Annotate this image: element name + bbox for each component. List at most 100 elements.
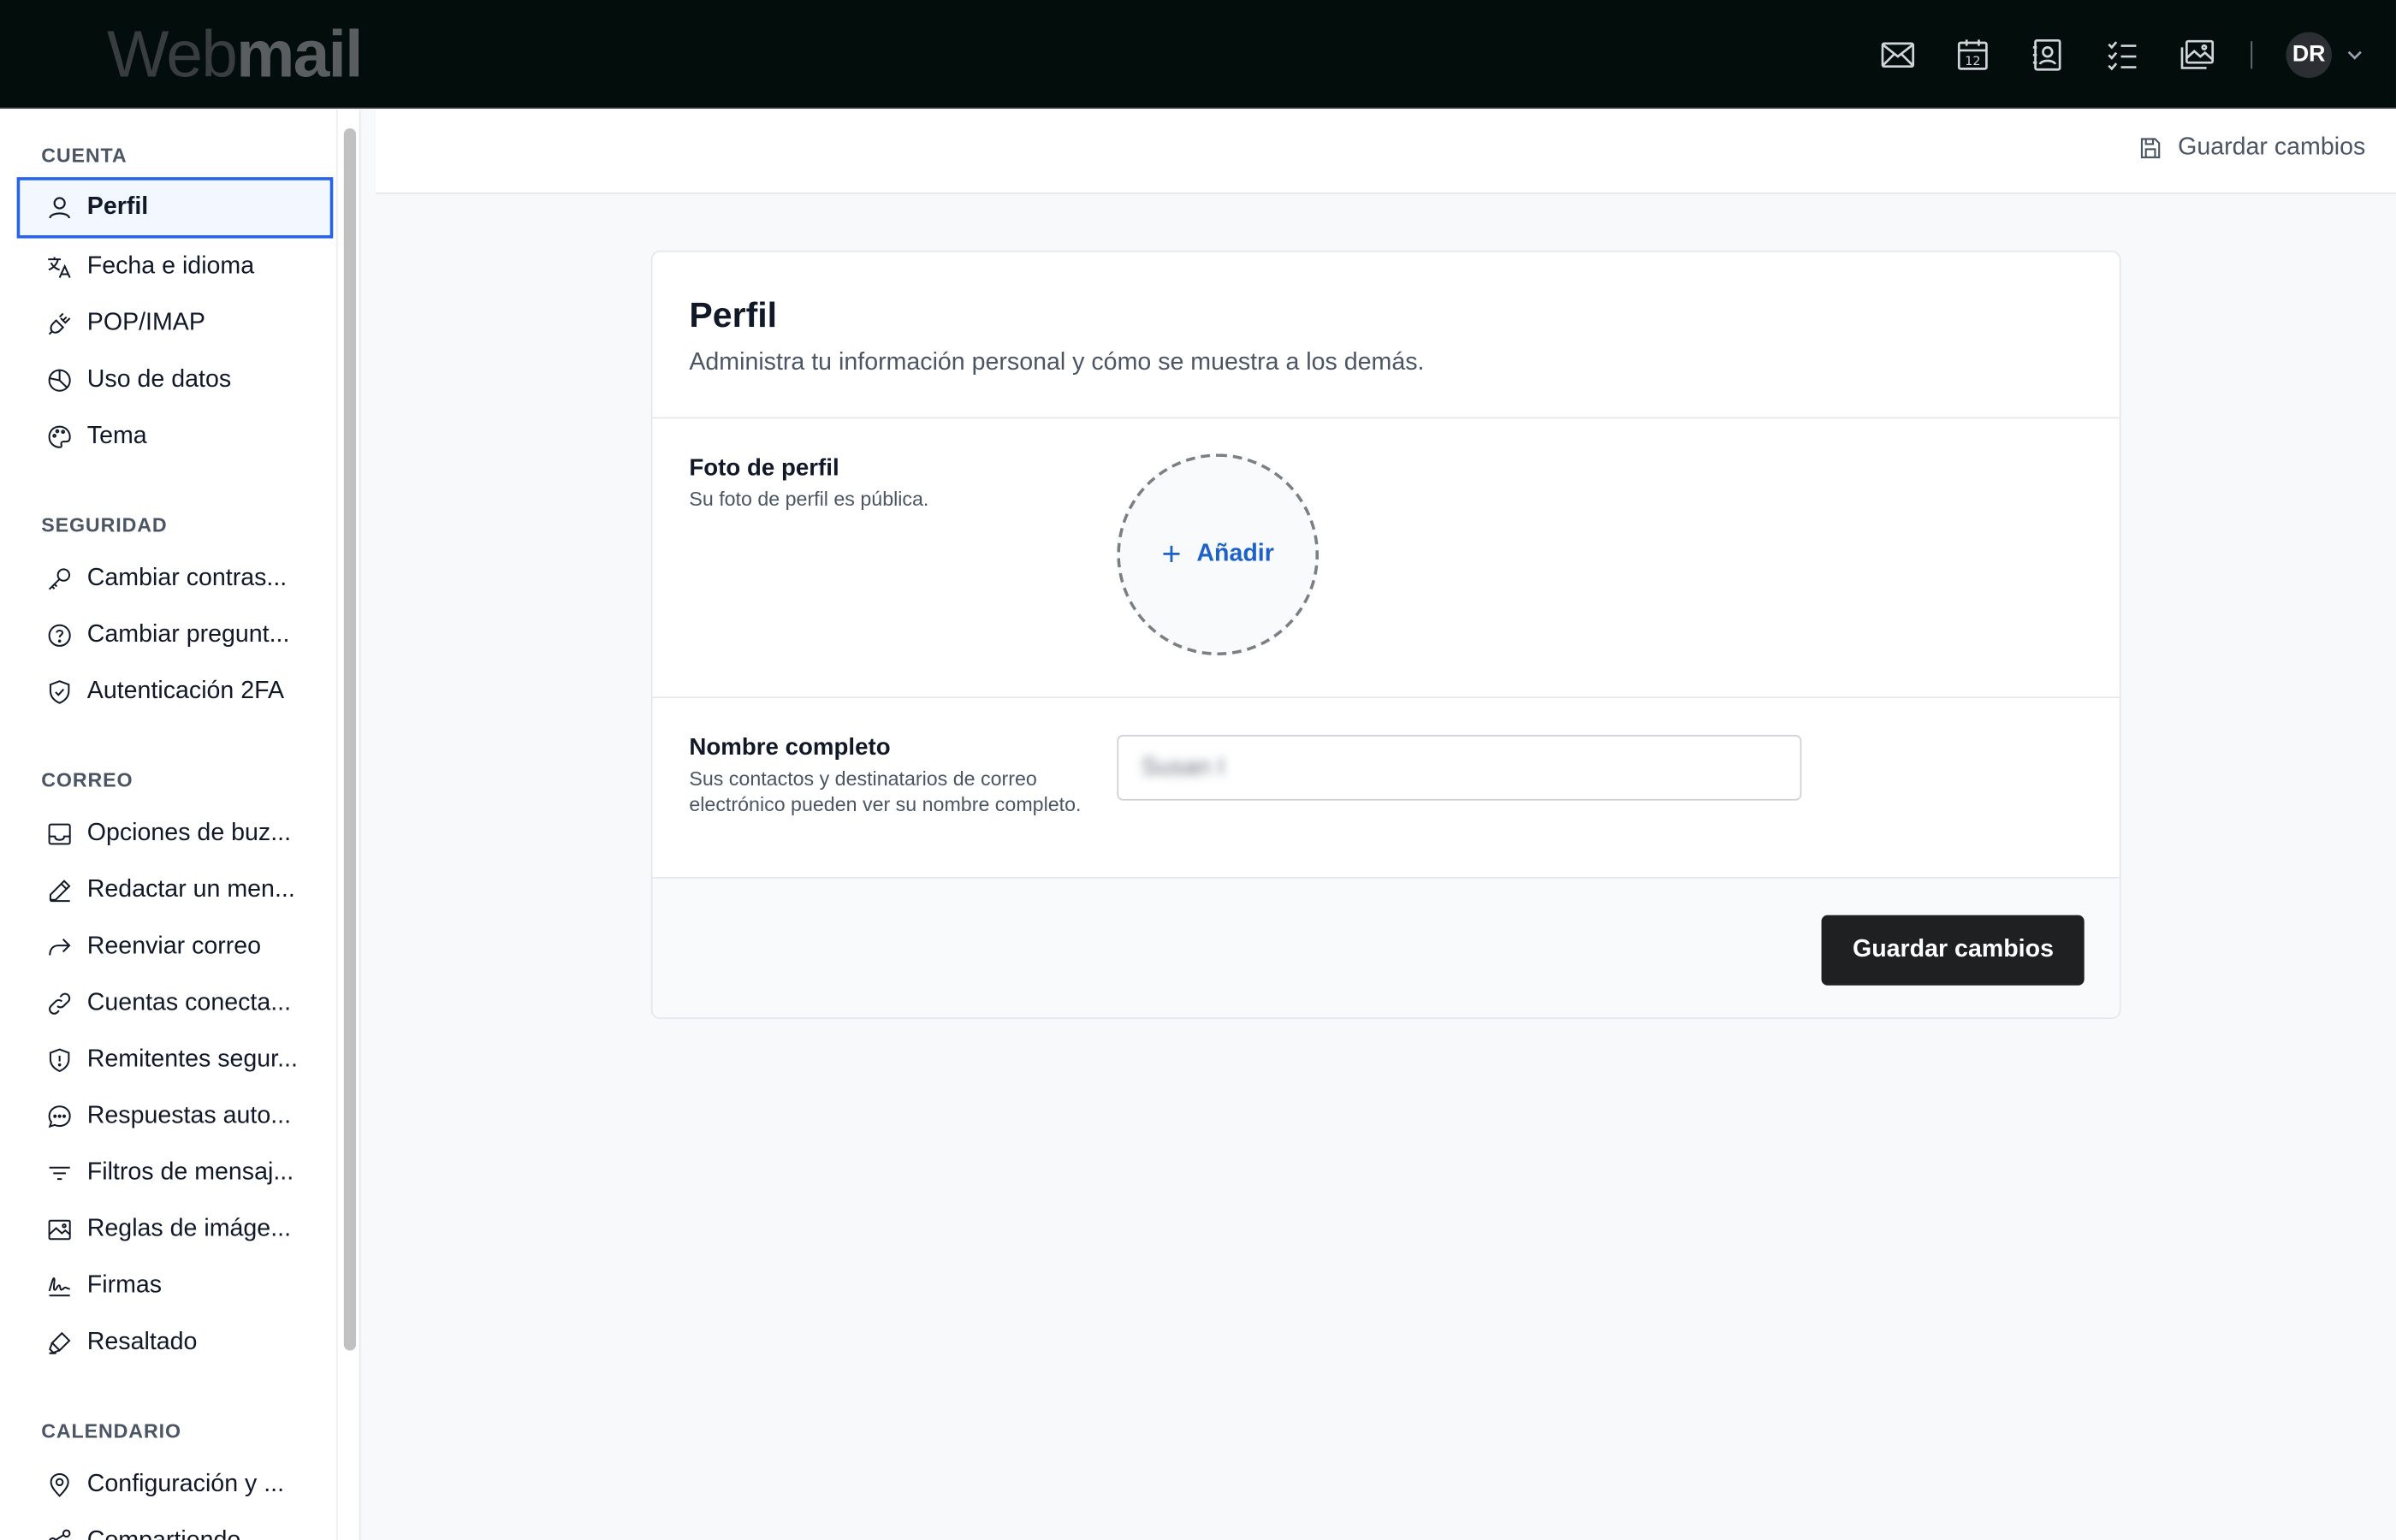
- add-photo-label: Añadir: [1196, 541, 1274, 567]
- chat-icon: [46, 1102, 74, 1129]
- sidebar-item-perfil[interactable]: Perfil: [16, 177, 334, 239]
- sidebar-item-label: Reenviar correo: [86, 933, 262, 959]
- sidebar-item-label: Firmas: [86, 1271, 163, 1298]
- sidebar-item-configuracion[interactable]: Configuración y ...: [0, 1456, 336, 1513]
- contacts-icon[interactable]: [2028, 34, 2067, 74]
- full-name-input[interactable]: Susan I: [1117, 734, 1802, 801]
- signature-icon: [46, 1272, 74, 1300]
- top-bar: Webmail 12 DR: [0, 0, 2396, 109]
- sidebar-item-label: Uso de datos: [86, 365, 232, 393]
- sidebar-item-redactar-mensaje[interactable]: Redactar un men...: [0, 862, 336, 918]
- sidebar-item-autenticacion-2fa[interactable]: Autenticación 2FA: [0, 663, 336, 720]
- translate-icon: [46, 253, 74, 281]
- shield-check-icon: [46, 678, 74, 705]
- full-name-label-group: Nombre completo Sus contactos y destinat…: [689, 735, 1086, 817]
- sidebar-item-label: Perfil: [86, 193, 149, 221]
- sidebar-item-compartiendo[interactable]: Compartiendo: [0, 1513, 336, 1540]
- mail-icon[interactable]: [1878, 34, 1918, 74]
- calendar-day-text: 12: [1965, 54, 1980, 68]
- page-description: Administra tu información personal y cóm…: [689, 349, 1425, 376]
- plus-icon: +: [1161, 534, 1182, 573]
- app-logo[interactable]: Webmail: [106, 18, 363, 92]
- sidebar-item-opciones-buzon[interactable]: Opciones de buz...: [0, 805, 336, 862]
- full-name-label: Nombre completo: [689, 734, 891, 761]
- top-divider: [2251, 40, 2253, 68]
- sidebar-item-reenviar-correo[interactable]: Reenviar correo: [0, 918, 336, 974]
- sidebar-item-label: Cambiar pregunt...: [86, 620, 290, 648]
- section-title-seguridad: SEGURIDAD: [41, 512, 168, 536]
- tasks-icon[interactable]: [2102, 34, 2142, 74]
- sidebar-item-label: Redactar un men...: [86, 876, 295, 903]
- shield-alert-icon: [46, 1045, 74, 1073]
- profile-card-footer: Guardar cambios: [652, 878, 2120, 1018]
- profile-card: Perfil Administra tu información persona…: [650, 250, 2121, 1020]
- settings-sidebar: CUENTA Perfil Fecha e idioma POP/IMAP Us…: [0, 110, 361, 1540]
- inbox-icon: [46, 820, 74, 847]
- palette-icon: [46, 423, 74, 450]
- sidebar-item-label: Opciones de buz...: [86, 820, 292, 846]
- filter-icon: [46, 1158, 74, 1186]
- sidebar-item-label: Filtros de mensaj...: [86, 1158, 294, 1185]
- profile-photo-label: Foto de perfil: [689, 455, 839, 482]
- sidebar-item-label: Fecha e idioma: [86, 252, 255, 279]
- sidebar-item-label: POP/IMAP: [86, 309, 205, 335]
- section-title-calendario: CALENDARIO: [41, 1419, 181, 1442]
- highlighter-icon: [46, 1329, 74, 1356]
- plug-icon: [46, 310, 74, 337]
- sidebar-item-label: Reglas de imáge...: [86, 1215, 292, 1241]
- key-icon: [46, 565, 74, 592]
- profile-photo-label-group: Foto de perfil Su foto de perfil es públ…: [689, 455, 1086, 512]
- profile-card-header: Perfil Administra tu información persona…: [652, 252, 2120, 419]
- content-header: Guardar cambios: [376, 110, 2396, 194]
- sidebar-item-reglas-imagenes[interactable]: Reglas de imáge...: [0, 1201, 336, 1258]
- section-title-correo: CORREO: [41, 768, 133, 791]
- sidebar-item-label: Compartiendo: [87, 1527, 240, 1540]
- sidebar-scrollbar-thumb[interactable]: [343, 127, 357, 1351]
- chevron-down-icon[interactable]: [2344, 44, 2365, 65]
- sidebar-item-label: Configuración y ...: [86, 1470, 285, 1497]
- sidebar-item-cuentas-conectadas[interactable]: Cuentas conecta...: [0, 974, 336, 1031]
- full-name-value: Susan I: [1141, 754, 1225, 780]
- sidebar-item-label: Respuestas auto...: [86, 1102, 292, 1128]
- pencil-icon: [46, 876, 74, 903]
- header-save-button[interactable]: Guardar cambios: [2138, 134, 2365, 162]
- image-icon: [46, 1216, 74, 1243]
- sidebar-item-uso-datos[interactable]: Uso de datos: [0, 352, 336, 408]
- save-button[interactable]: Guardar cambios: [1822, 915, 2085, 986]
- sidebar-item-pop-imap[interactable]: POP/IMAP: [0, 295, 336, 352]
- pie-chart-icon: [46, 366, 74, 394]
- sidebar-item-resaltado[interactable]: Resaltado: [0, 1314, 336, 1371]
- sidebar-item-fecha-idioma[interactable]: Fecha e idioma: [0, 239, 336, 295]
- sidebar-item-label: Autenticación 2FA: [86, 677, 285, 704]
- calendar-icon[interactable]: 12: [1953, 34, 1992, 74]
- profile-photo-hint: Su foto de perfil es pública.: [689, 487, 929, 511]
- logo-bold-text: mail: [236, 18, 363, 92]
- sidebar-item-remitentes-seguros[interactable]: Remitentes segur...: [0, 1031, 336, 1087]
- photos-icon[interactable]: [2178, 34, 2217, 74]
- sidebar-item-label: Remitentes segur...: [86, 1045, 298, 1072]
- sidebar-item-label: Resaltado: [86, 1328, 198, 1355]
- sidebar-item-respuestas-automaticas[interactable]: Respuestas auto...: [0, 1087, 336, 1144]
- full-name-hint: Sus contactos y destinatarios de correo …: [689, 767, 1082, 815]
- link-icon: [46, 989, 74, 1016]
- save-icon: [2141, 138, 2161, 158]
- user-icon: [46, 194, 74, 222]
- sidebar-item-label: Cambiar contras...: [86, 564, 288, 591]
- app-window: Webmail 12 DR CUENTA Perfil Fecha e idio…: [0, 0, 2396, 1540]
- location-icon: [46, 1471, 74, 1498]
- forward-icon: [46, 933, 74, 960]
- profile-photo-row: Foto de perfil Su foto de perfil es públ…: [652, 418, 2120, 699]
- sidebar-item-cambiar-contrasena[interactable]: Cambiar contras...: [0, 550, 336, 607]
- sidebar-item-tema[interactable]: Tema: [0, 408, 336, 465]
- sidebar-item-filtros-mensajes[interactable]: Filtros de mensaj...: [0, 1144, 336, 1200]
- full-name-row: Nombre completo Sus contactos y destinat…: [652, 698, 2120, 879]
- sidebar-item-firmas[interactable]: Firmas: [0, 1258, 336, 1314]
- share-icon: [46, 1527, 74, 1540]
- logo-light-text: Web: [106, 18, 238, 92]
- add-photo-button[interactable]: + Añadir: [1117, 453, 1320, 656]
- sidebar-scrollbar[interactable]: [335, 110, 359, 1540]
- add-photo-content: + Añadir: [1161, 534, 1274, 573]
- page-title: Perfil: [689, 294, 778, 335]
- avatar[interactable]: DR: [2286, 31, 2332, 78]
- sidebar-item-cambiar-pregunta[interactable]: Cambiar pregunt...: [0, 607, 336, 663]
